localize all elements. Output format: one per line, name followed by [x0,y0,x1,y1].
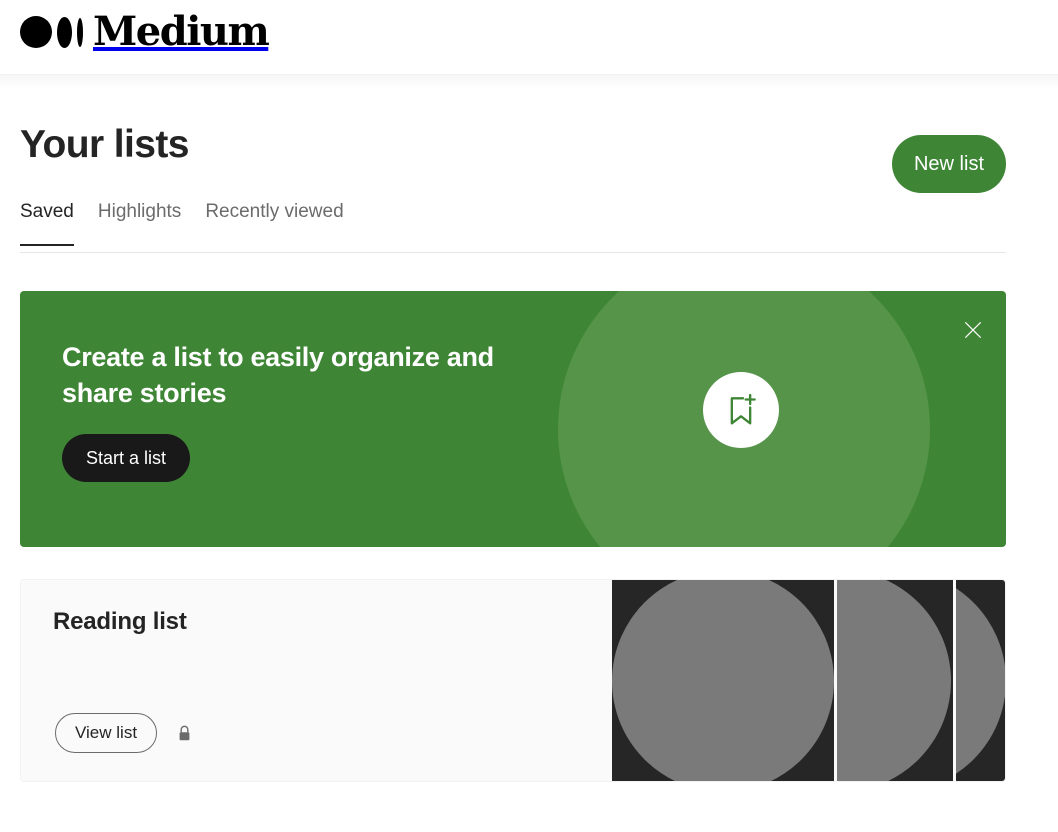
thumbnail-placeholder-shape [837,580,951,781]
list-card-actions: View list [55,713,192,753]
logo-circle-icon [20,16,52,48]
list-thumbnail [956,580,1005,781]
bookmark-plus-icon [730,393,756,425]
promo-heading: Create a list to easily organize and sha… [62,342,494,408]
list-thumbnail [837,580,953,781]
logo-wordmark: Medium [93,8,270,55]
list-card-title: Reading list [53,608,187,635]
promo-close-button[interactable] [962,319,984,341]
site-header: Medium [0,0,1058,89]
view-list-button[interactable]: View list [55,713,158,753]
tab-recently-viewed[interactable]: Recently viewed [205,195,343,245]
content-container: Your lists New list Saved Highlights Rec… [20,75,1006,782]
list-card-thumbnails [612,580,1005,781]
page-title: Your lists [20,123,189,166]
logo-ellipse-icon [57,16,72,48]
medium-logo-marks-icon [20,16,83,48]
lock-icon [179,725,190,740]
medium-logo[interactable]: Medium [20,8,270,55]
title-row: Your lists New list [20,75,1006,195]
tab-bar: Saved Highlights Recently viewed [20,195,1006,253]
promo-text-block: Create a list to easily organize and sha… [62,339,502,411]
new-list-button[interactable]: New list [891,135,1006,193]
create-list-promo-banner: Create a list to easily organize and sha… [20,291,1006,547]
promo-icon-badge [703,372,779,448]
thumbnail-placeholder-shape [956,580,1005,781]
list-card-info: Reading list View list [21,580,612,781]
start-a-list-button[interactable]: Start a list [62,434,191,482]
thumbnail-placeholder-shape [612,580,834,781]
close-icon [965,322,981,338]
list-thumbnail [612,580,834,781]
logo-thin-ellipse-icon [77,17,83,47]
tab-saved[interactable]: Saved [20,195,74,246]
tab-highlights[interactable]: Highlights [98,195,181,245]
list-card-reading-list[interactable]: Reading list View list [20,579,1006,782]
page-body: Your lists New list Saved Highlights Rec… [0,75,1058,782]
